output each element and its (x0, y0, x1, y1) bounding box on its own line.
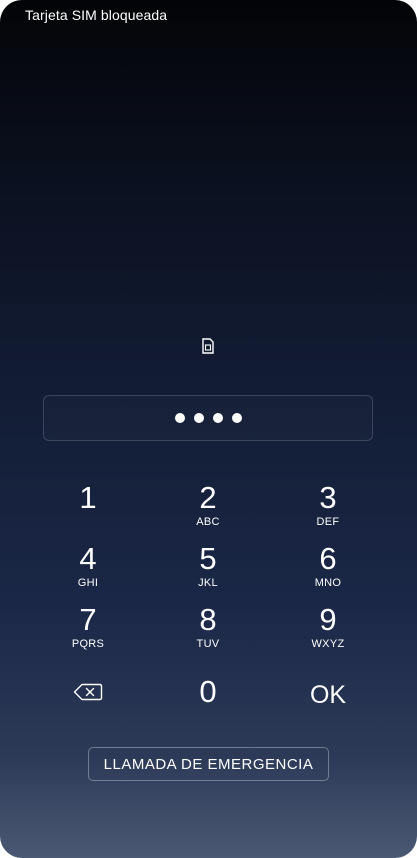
key-digit: 7 (79, 602, 97, 637)
key-digit: 9 (319, 602, 337, 637)
key-letters: DEF (316, 516, 340, 528)
key-9[interactable]: 9 WXYZ (273, 604, 383, 662)
key-8[interactable]: 8 TUV (153, 604, 263, 662)
pin-dot (193, 413, 204, 423)
sim-card-icon (202, 338, 214, 354)
emergency-call-button[interactable]: LLAMADA DE EMERGENCIA (88, 747, 329, 781)
pin-dot (231, 413, 242, 423)
backspace-icon (73, 683, 103, 701)
key-2[interactable]: 2 ABC (153, 482, 263, 540)
key-4[interactable]: 4 GHI (33, 543, 143, 601)
backspace-button[interactable] (33, 681, 143, 703)
pin-dots (44, 413, 372, 423)
key-0[interactable]: 0 (153, 676, 263, 734)
key-5[interactable]: 5 JKL (153, 543, 263, 601)
key-digit: 2 (199, 480, 217, 515)
key-letters: MNO (314, 577, 342, 589)
ok-button[interactable]: OK (273, 679, 383, 737)
pin-dot (212, 413, 223, 423)
key-digit: 4 (79, 541, 97, 576)
key-letters: PQRS (71, 638, 105, 650)
pin-dot (174, 413, 185, 423)
pin-input[interactable] (43, 395, 373, 441)
key-digit: 8 (199, 602, 217, 637)
key-1[interactable]: 1 (33, 482, 143, 540)
key-digit: 6 (319, 541, 337, 576)
key-letters: WXYZ (311, 638, 345, 650)
key-digit: 5 (199, 541, 217, 576)
key-letters: TUV (196, 638, 220, 650)
key-letters: ABC (196, 516, 220, 528)
key-digit: 3 (319, 480, 337, 515)
status-text: Tarjeta SIM bloqueada (25, 7, 168, 23)
key-6[interactable]: 6 MNO (273, 543, 383, 601)
ok-label: OK (309, 681, 347, 709)
key-letters: GHI (77, 577, 99, 589)
key-7[interactable]: 7 PQRS (33, 604, 143, 662)
key-digit: 1 (79, 480, 97, 515)
lock-screen: Tarjeta SIM bloqueada 1 2 ABC 3 DEF 4 GH… (0, 0, 417, 858)
key-digit: 0 (199, 674, 217, 709)
key-letters: JKL (198, 577, 218, 589)
key-3[interactable]: 3 DEF (273, 482, 383, 540)
